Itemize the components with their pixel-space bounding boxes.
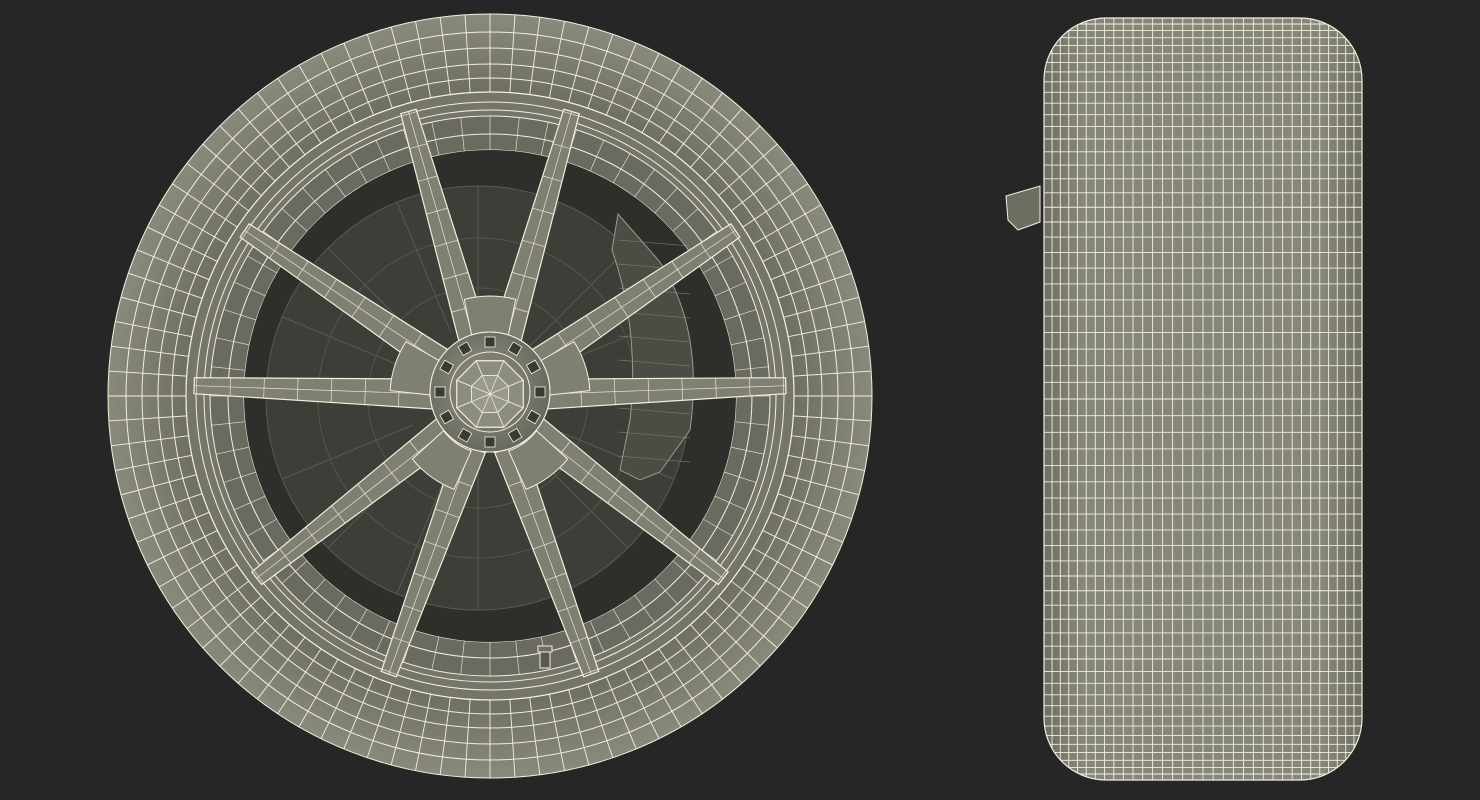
wheel-front-view — [107, 13, 873, 779]
render-viewport — [0, 0, 1480, 800]
tire-side-view — [1005, 17, 1363, 781]
valve-stem-side — [1005, 185, 1041, 231]
valve-stem — [537, 645, 553, 669]
wireframe-render — [107, 13, 1363, 781]
